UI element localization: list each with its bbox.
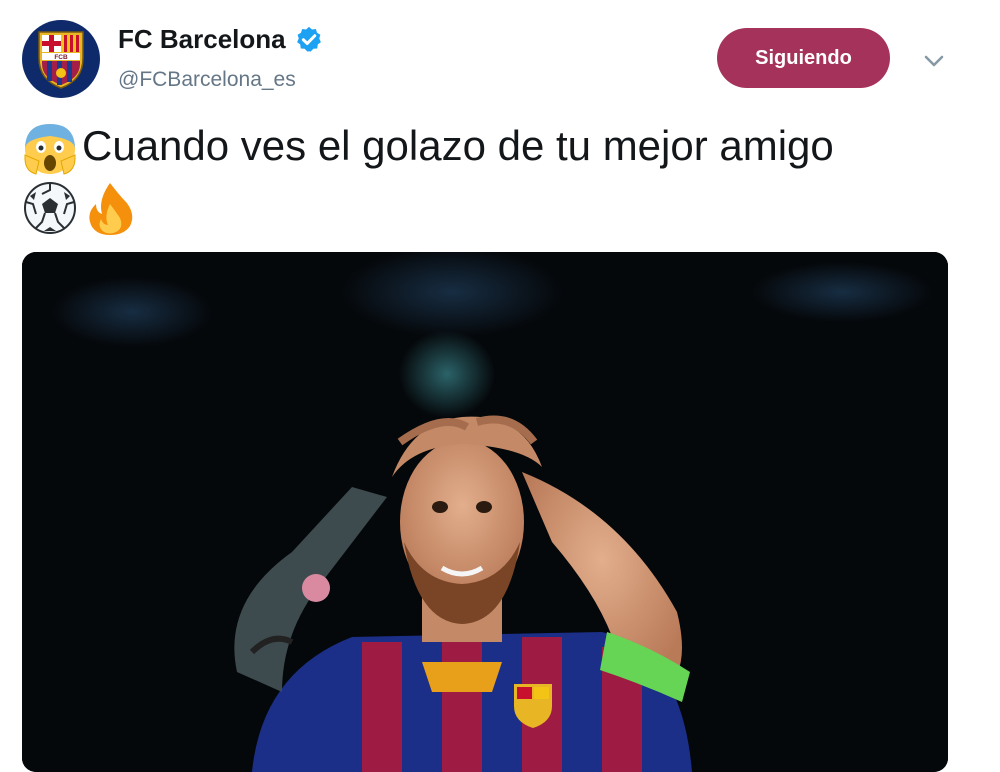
following-button[interactable]: Siguiendo	[717, 28, 890, 88]
account-name-row: FC Barcelona	[118, 24, 324, 55]
display-name[interactable]: FC Barcelona	[118, 24, 286, 55]
avatar[interactable]: FCB	[22, 20, 100, 98]
player-with-hands-on-head-photo	[22, 252, 948, 772]
chevron-down-icon[interactable]	[920, 50, 948, 72]
crest-text: FCB	[54, 54, 68, 61]
account-handle[interactable]: @FCBarcelona_es	[118, 68, 296, 92]
tweet-text: Cuando ves el golazo de tu mejor amigo	[82, 122, 834, 169]
verified-badge-icon	[296, 26, 321, 52]
screaming-face-emoji	[24, 123, 76, 175]
fire-emoji	[89, 182, 133, 235]
tweet-photo[interactable]	[22, 252, 948, 772]
tweet-text-block: Cuando ves el golazo de tu mejor amigo	[22, 118, 962, 236]
soccer-ball-emoji	[24, 181, 76, 234]
fcb-crest-icon: FCB	[38, 31, 84, 89]
